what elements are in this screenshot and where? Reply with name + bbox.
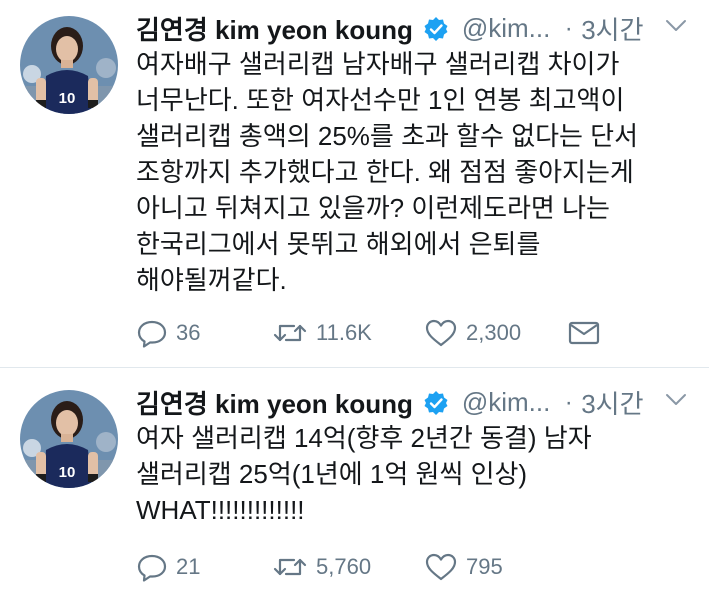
verified-badge-icon — [423, 16, 449, 42]
retweet-icon — [272, 552, 308, 582]
like-button[interactable]: 795 — [424, 550, 503, 584]
tweet[interactable]: 10 김연경 kim yeon koung @kim... · 3시간 여자배구… — [0, 0, 709, 368]
retweet-count: 11.6K — [316, 320, 372, 345]
like-button[interactable]: 2,300 — [424, 316, 521, 350]
avatar[interactable]: 10 — [20, 16, 118, 114]
tweet-actions: 21 5,760 795 — [136, 550, 606, 584]
display-name[interactable]: 김연경 kim yeon koung — [136, 10, 413, 47]
retweet-button[interactable]: 11.6K — [272, 316, 372, 350]
reply-button[interactable]: 36 — [136, 316, 200, 350]
separator-dot: · — [564, 14, 573, 42]
user-handle[interactable]: @kim... — [462, 387, 551, 418]
tweet-header: 김연경 kim yeon koung @kim... · 3시간 — [136, 384, 644, 421]
tweet-actions: 36 11.6K 2,300 — [136, 316, 606, 350]
tweet-text: 여자배구 샐러리캡 남자배구 샐러리캡 차이가 너무난다. 또한 여자선수만 1… — [136, 49, 639, 295]
user-handle[interactable]: @kim... — [462, 13, 551, 44]
tweet-text: 여자 샐러리캡 14억(향후 2년간 동결) 남자 샐러리캡 25억(1년에 1… — [136, 423, 592, 525]
heart-icon — [424, 552, 458, 582]
retweet-count: 5,760 — [316, 554, 372, 579]
avatar[interactable]: 10 — [20, 390, 118, 488]
chevron-down-icon[interactable] — [664, 392, 688, 408]
chevron-down-icon[interactable] — [664, 18, 688, 34]
direct-message-button[interactable] — [568, 316, 600, 350]
retweet-icon — [272, 318, 308, 348]
envelope-icon — [568, 319, 600, 347]
timestamp[interactable]: 3시간 — [581, 384, 643, 421]
reply-count: 21 — [176, 554, 201, 579]
reply-count: 36 — [176, 320, 201, 345]
retweet-button[interactable]: 5,760 — [272, 550, 371, 584]
jersey-number: 10 — [59, 464, 76, 481]
verified-badge-icon — [423, 390, 449, 416]
separator-dot: · — [564, 388, 573, 416]
jersey-number: 10 — [59, 90, 76, 107]
reply-icon — [136, 318, 168, 348]
like-count: 2,300 — [466, 320, 522, 345]
tweet-header: 김연경 kim yeon koung @kim... · 3시간 — [136, 10, 644, 47]
display-name[interactable]: 김연경 kim yeon koung — [136, 384, 413, 421]
timestamp[interactable]: 3시간 — [581, 10, 643, 47]
reply-icon — [136, 552, 168, 582]
tweet[interactable]: 10 김연경 kim yeon koung @kim... · 3시간 여자 샐… — [0, 368, 709, 594]
reply-button[interactable]: 21 — [136, 550, 200, 584]
heart-icon — [424, 318, 458, 348]
like-count: 795 — [466, 554, 503, 579]
